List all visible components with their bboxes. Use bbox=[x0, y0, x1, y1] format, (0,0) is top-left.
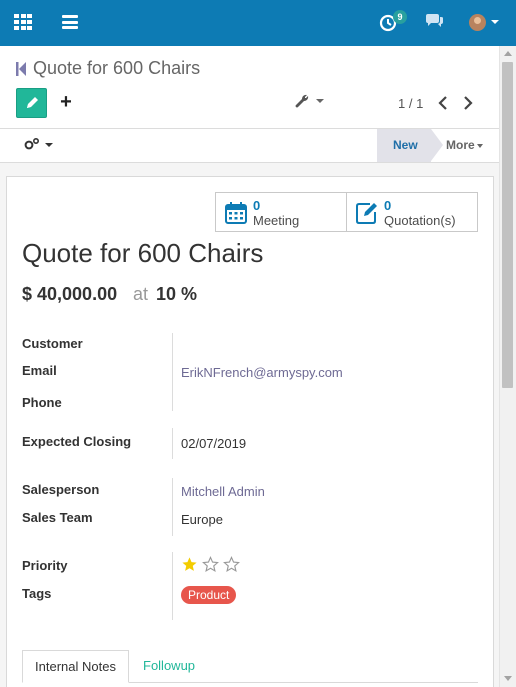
record-title: Quote for 600 Chairs bbox=[22, 238, 264, 268]
quotation-label: Quotation(s) bbox=[384, 213, 456, 228]
tags-label: Tags bbox=[22, 586, 52, 601]
sales-team-field[interactable]: Europe bbox=[181, 512, 223, 527]
meeting-count: 0 bbox=[253, 198, 261, 213]
menu-icon[interactable] bbox=[62, 15, 78, 29]
edit-button[interactable] bbox=[16, 88, 47, 118]
quotation-smart-button[interactable]: 0 Quotation(s) bbox=[346, 192, 478, 232]
tab-internal-notes[interactable]: Internal Notes bbox=[22, 650, 129, 683]
chevron-down-icon[interactable] bbox=[477, 144, 483, 148]
star-icon[interactable] bbox=[202, 556, 219, 573]
email-field[interactable]: ErikNFrench@armyspy.com bbox=[181, 365, 343, 380]
chevron-down-icon[interactable] bbox=[491, 20, 499, 24]
scroll-up-icon[interactable] bbox=[504, 51, 512, 56]
star-icon[interactable] bbox=[223, 556, 240, 573]
customer-label: Customer bbox=[22, 336, 83, 351]
top-navbar: 9 bbox=[0, 0, 516, 46]
salesperson-label: Salesperson bbox=[22, 482, 100, 497]
pencil-icon bbox=[27, 97, 38, 108]
tag-badge[interactable]: Product bbox=[181, 586, 237, 604]
stage-more-button[interactable]: More bbox=[446, 129, 475, 162]
phone-label: Phone bbox=[22, 395, 62, 410]
field-divider bbox=[172, 478, 173, 536]
sales-team-label: Sales Team bbox=[22, 510, 93, 525]
priority-label: Priority bbox=[22, 558, 68, 573]
expected-revenue: $ 40,000.00 bbox=[22, 284, 118, 304]
back-icon[interactable] bbox=[16, 62, 26, 76]
tab-followup[interactable]: Followup bbox=[143, 650, 195, 683]
chevron-right-icon[interactable] bbox=[462, 95, 474, 111]
at-label: at bbox=[133, 284, 149, 304]
expected-closing-label: Expected Closing bbox=[22, 434, 132, 449]
activity-count-badge: 9 bbox=[393, 10, 407, 24]
field-divider bbox=[172, 333, 173, 411]
email-label: Email bbox=[22, 363, 57, 378]
chevron-down-icon[interactable] bbox=[45, 143, 53, 147]
chevron-left-icon[interactable] bbox=[437, 95, 449, 111]
wrench-icon bbox=[295, 94, 309, 108]
apps-icon[interactable] bbox=[14, 14, 32, 30]
breadcrumb: Quote for 600 Chairs bbox=[33, 58, 201, 78]
quotation-count: 0 bbox=[384, 198, 392, 213]
calendar-icon bbox=[224, 201, 248, 225]
chevron-down-icon[interactable] bbox=[316, 99, 324, 103]
field-divider bbox=[172, 428, 173, 459]
avatar[interactable] bbox=[469, 14, 486, 31]
edit-note-icon bbox=[355, 201, 379, 225]
stage-new-button[interactable]: New bbox=[377, 129, 443, 162]
scrollbar-thumb[interactable] bbox=[502, 62, 513, 388]
star-icon[interactable] bbox=[181, 556, 198, 573]
pager-value[interactable]: 1 / 1 bbox=[398, 96, 423, 111]
chat-icon[interactable] bbox=[425, 14, 444, 30]
salesperson-field[interactable]: Mitchell Admin bbox=[181, 484, 265, 499]
create-button[interactable]: + bbox=[58, 88, 74, 118]
expected-closing-field[interactable]: 02/07/2019 bbox=[181, 436, 246, 451]
scroll-down-icon[interactable] bbox=[504, 676, 512, 681]
meeting-smart-button[interactable]: 0 Meeting bbox=[215, 192, 347, 232]
meeting-label: Meeting bbox=[253, 213, 300, 228]
field-divider bbox=[172, 552, 173, 620]
probability: 10 % bbox=[156, 284, 198, 304]
